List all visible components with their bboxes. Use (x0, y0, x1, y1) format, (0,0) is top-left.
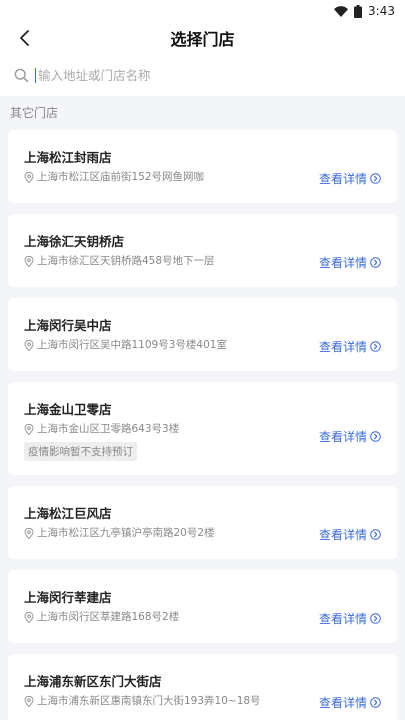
store-name: 上海徐汇天钥桥店 (24, 234, 125, 249)
chevron-right-circle-icon (370, 341, 381, 352)
store-card[interactable]: 上海松江巨风店 上海市松江区九亭镇沪亭南路20号2楼 查看详情 (8, 486, 397, 559)
status-bar: 3:43 (0, 0, 405, 22)
store-address: 上海市松江区九亭镇沪亭南路20号2楼 (37, 527, 215, 539)
view-details-link[interactable]: 查看详情 (319, 526, 381, 543)
store-name: 上海松江封雨店 (24, 150, 112, 165)
search-icon (14, 68, 29, 82)
store-card[interactable]: 上海闵行吴中店 上海市闵行区吴中路1109号3号楼401室 查看详情 (8, 298, 397, 371)
store-name: 上海松江巨风店 (24, 506, 112, 521)
view-details-label: 查看详情 (318, 256, 367, 270)
location-pin-icon (24, 424, 34, 435)
chevron-right-circle-icon (370, 431, 381, 442)
store-name: 上海金山卫零店 (24, 402, 112, 417)
location-pin-icon (24, 256, 34, 267)
location-pin-icon (24, 172, 34, 183)
store-card[interactable]: 上海金山卫零店 上海市金山区卫零路643号3楼 疫情影响暂不支持预订 查看详情 (8, 382, 397, 475)
view-details-label: 查看详情 (318, 430, 367, 444)
view-details-link[interactable]: 查看详情 (319, 428, 381, 445)
status-badge: 疫情影响暂不支持预订 (24, 442, 137, 461)
store-name: 上海闵行吴中店 (24, 318, 112, 333)
view-details-link[interactable]: 查看详情 (319, 338, 381, 355)
store-address: 上海市松江区庙前街152号网鱼网咖 (37, 171, 205, 183)
store-name: 上海浦东新区东门大街店 (24, 674, 162, 689)
wifi-icon (334, 5, 349, 17)
store-address: 上海市闵行区莘建路168号2楼 (37, 611, 180, 623)
chevron-right-circle-icon (370, 173, 381, 184)
store-name: 上海闵行莘建店 (24, 590, 112, 605)
store-address: 上海市徐汇区天钥桥路458号地下一层 (37, 255, 215, 267)
view-details-link[interactable]: 查看详情 (319, 170, 381, 187)
store-card[interactable]: 上海浦东新区东门大街店 上海市浦东新区惠南镇东门大街193弄10~18号 查看详… (8, 654, 397, 720)
status-time: 3:43 (368, 4, 395, 18)
section-label: 其它门店 (10, 106, 59, 120)
view-details-label: 查看详情 (318, 340, 367, 354)
store-address: 上海市浦东新区惠南镇东门大街193弄10~18号 (37, 695, 261, 707)
store-list: 上海松江封雨店 上海市松江区庙前街152号网鱼网咖 查看详情 上海徐汇天钥桥店 … (0, 130, 405, 720)
chevron-right-circle-icon (370, 257, 381, 268)
battery-icon (354, 4, 363, 18)
chevron-right-circle-icon (370, 697, 381, 708)
location-pin-icon (24, 528, 34, 539)
store-address: 上海市闵行区吴中路1109号3号楼401室 (37, 339, 227, 351)
store-card[interactable]: 上海徐汇天钥桥店 上海市徐汇区天钥桥路458号地下一层 查看详情 (8, 214, 397, 287)
header: 选择门店 (0, 22, 405, 54)
search-input[interactable] (35, 67, 375, 83)
search-bar (0, 54, 405, 96)
back-button[interactable] (12, 26, 36, 50)
view-details-label: 查看详情 (318, 696, 367, 710)
chevron-right-circle-icon (370, 613, 381, 624)
location-pin-icon (24, 612, 34, 623)
store-card[interactable]: 上海闵行莘建店 上海市闵行区莘建路168号2楼 查看详情 (8, 570, 397, 643)
view-details-label: 查看详情 (318, 528, 367, 542)
view-details-label: 查看详情 (318, 172, 367, 186)
page-title: 选择门店 (170, 30, 235, 49)
view-details-link[interactable]: 查看详情 (319, 610, 381, 627)
chevron-left-icon (20, 30, 29, 46)
location-pin-icon (24, 696, 34, 707)
store-card[interactable]: 上海松江封雨店 上海市松江区庙前街152号网鱼网咖 查看详情 (8, 130, 397, 203)
location-pin-icon (24, 340, 34, 351)
store-address: 上海市金山区卫零路643号3楼 (37, 423, 180, 435)
view-details-label: 查看详情 (318, 612, 367, 626)
view-details-link[interactable]: 查看详情 (319, 254, 381, 271)
view-details-link[interactable]: 查看详情 (319, 694, 381, 711)
chevron-right-circle-icon (370, 529, 381, 540)
search-box (10, 62, 395, 88)
